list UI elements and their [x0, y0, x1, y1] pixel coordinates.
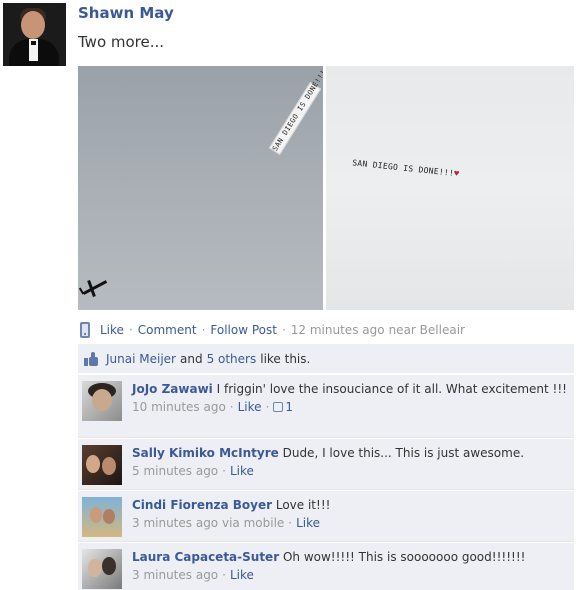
separator: ·: [128, 323, 133, 337]
follow-post-link[interactable]: Follow Post: [210, 323, 277, 337]
commenter-avatar[interactable]: [82, 381, 122, 421]
comment-text: Dude, I love this... This is just awesom…: [282, 446, 525, 460]
comment-timestamp[interactable]: 5 minutes ago: [132, 464, 218, 478]
others-link[interactable]: 5 others: [207, 352, 257, 366]
comment-body: Laura Capaceta-Suter Oh wow!!!!! This is…: [132, 549, 568, 566]
comment-body: Sally Kimiko McIntyre Dude, I love this.…: [132, 445, 568, 462]
commenter-avatar[interactable]: [82, 549, 122, 589]
aerial-banner: SAN DIEGO IS DONE!!!♥: [352, 156, 463, 181]
comment-meta: 3 minutes ago · Like: [132, 568, 254, 582]
comment-meta: 5 minutes ago · Like: [132, 464, 254, 478]
comment-body: JoJo Zawawi I friggin' love the insoucia…: [132, 381, 568, 398]
thumbs-up-icon: [273, 402, 284, 412]
banner-text: SAN DIEGO IS DONE!!!: [351, 158, 455, 178]
post-action-bar: Like · Comment · Follow Post · 12 minute…: [80, 320, 465, 340]
likes-summary: Junai Meijer and 5 others like this.: [78, 344, 574, 374]
heart-icon: ♥: [453, 168, 460, 179]
comment-text: I friggin' love the insouciance of it al…: [216, 382, 567, 396]
likes-and: and: [179, 351, 203, 366]
commenter-name[interactable]: Sally Kimiko McIntyre: [132, 446, 279, 460]
airplane-fuselage: [82, 280, 108, 295]
post-author-name[interactable]: Shawn May: [78, 4, 174, 22]
banner-text: SAN DIEGO IS DONE!!!: [271, 68, 323, 153]
like-link[interactable]: Like: [100, 323, 124, 337]
comment-item: Cindi Fiorenza Boyer Love it!!! 3 minute…: [78, 490, 574, 542]
avatar-face: [21, 11, 45, 39]
comment-body: Cindi Fiorenza Boyer Love it!!!: [132, 497, 568, 514]
post-photo-1[interactable]: SAN DIEGO IS DONE!!!♥: [78, 66, 323, 310]
liker-name-link[interactable]: Junai Meijer: [106, 352, 176, 366]
comment-like-link[interactable]: Like: [296, 516, 320, 530]
commenter-name[interactable]: JoJo Zawawi: [132, 382, 213, 396]
commenter-avatar[interactable]: [82, 497, 122, 537]
comment-meta: 3 minutes ago via mobile · Like: [132, 516, 321, 530]
commenter-name[interactable]: Laura Capaceta-Suter: [132, 550, 279, 564]
mobile-phone-icon: [80, 322, 90, 338]
comment-like-count[interactable]: 1: [285, 400, 293, 414]
thumbs-up-icon: [84, 351, 98, 366]
comment-text: Oh wow!!!!! This is sooooooo good!!!!!!!: [282, 550, 526, 564]
comment-timestamp[interactable]: 3 minutes ago: [132, 568, 218, 582]
comment-timestamp[interactable]: 3 minutes ago: [132, 516, 218, 530]
comment-item: JoJo Zawawi I friggin' love the insoucia…: [78, 374, 574, 438]
comment-like-link[interactable]: Like: [230, 464, 254, 478]
post-photo-2[interactable]: SAN DIEGO IS DONE!!!♥: [326, 66, 574, 310]
comment-item: Sally Kimiko McIntyre Dude, I love this.…: [78, 438, 574, 490]
comment-like-link[interactable]: Like: [238, 400, 262, 414]
comment-timestamp[interactable]: 10 minutes ago: [132, 400, 226, 414]
post-timestamp[interactable]: 12 minutes ago: [291, 323, 385, 337]
aerial-banner: SAN DIEGO IS DONE!!!♥: [268, 66, 323, 156]
likes-suffix: like this.: [260, 351, 311, 366]
separator: ·: [201, 323, 206, 337]
author-avatar[interactable]: [3, 3, 66, 66]
comment-text: Love it!!!: [275, 498, 331, 512]
comment-link[interactable]: Comment: [138, 323, 197, 337]
comment-via[interactable]: via mobile: [222, 516, 284, 530]
commenter-name[interactable]: Cindi Fiorenza Boyer: [132, 498, 272, 512]
comment-meta: 10 minutes ago · Like · 1: [132, 400, 294, 414]
airplane-icon: [78, 274, 110, 300]
feedback-box: Junai Meijer and 5 others like this. JoJ…: [78, 344, 574, 590]
avatar-bowtie: [31, 41, 36, 45]
post-location[interactable]: near Belleair: [389, 323, 465, 337]
comment-like-link[interactable]: Like: [230, 568, 254, 582]
separator: ·: [281, 323, 286, 337]
post-message: Two more...: [78, 33, 165, 51]
commenter-avatar[interactable]: [82, 445, 122, 485]
comment-item: Laura Capaceta-Suter Oh wow!!!!! This is…: [78, 542, 574, 590]
